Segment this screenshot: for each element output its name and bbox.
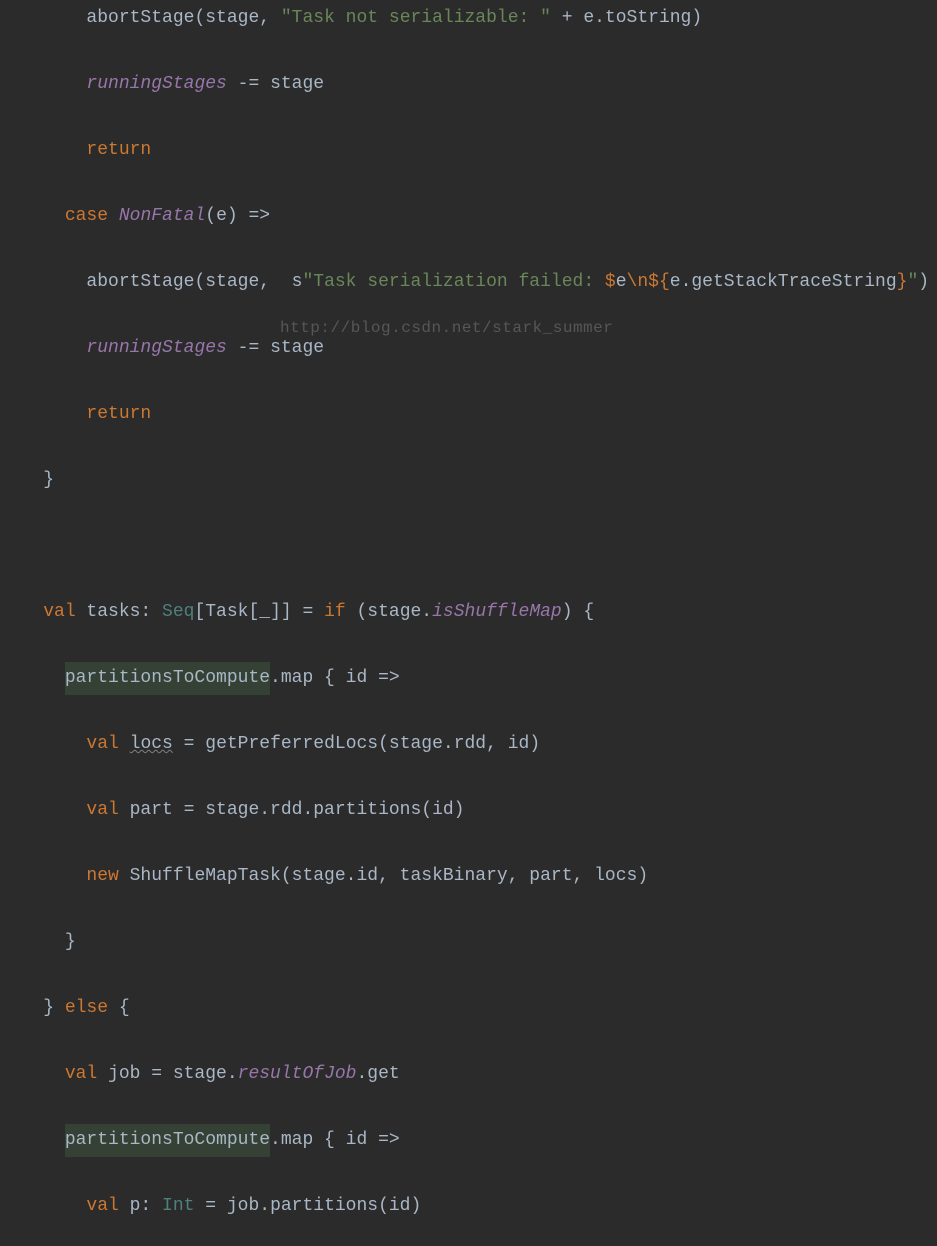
code-line: partitionsToCompute.map { id => (0, 1124, 937, 1157)
code-line: new ShuffleMapTask(stage.id, taskBinary,… (0, 860, 937, 893)
code-line: abortStage(stage, s"Task serialization f… (0, 266, 937, 299)
code-line: } else { (0, 992, 937, 1025)
code-line: val tasks: Seq[Task[_]] = if (stage.isSh… (0, 596, 937, 629)
code-line: val part = stage.rdd.partitions(id) (0, 794, 937, 827)
code-line: val locs = getPreferredLocs(stage.rdd, i… (0, 728, 937, 761)
code-line: return (0, 398, 937, 431)
code-line: val job = stage.resultOfJob.get (0, 1058, 937, 1091)
code-editor[interactable]: abortStage(stage, "Task not serializable… (0, 0, 937, 1246)
code-line: runningStages -= stage (0, 332, 937, 365)
code-line: val p: Int = job.partitions(id) (0, 1190, 937, 1223)
code-line: runningStages -= stage (0, 68, 937, 101)
code-line: case NonFatal(e) => (0, 200, 937, 233)
code-line: abortStage(stage, "Task not serializable… (0, 2, 937, 35)
code-line (0, 530, 937, 563)
code-line: } (0, 926, 937, 959)
code-line: return (0, 134, 937, 167)
code-line: partitionsToCompute.map { id => (0, 662, 937, 695)
code-line: } (0, 464, 937, 497)
